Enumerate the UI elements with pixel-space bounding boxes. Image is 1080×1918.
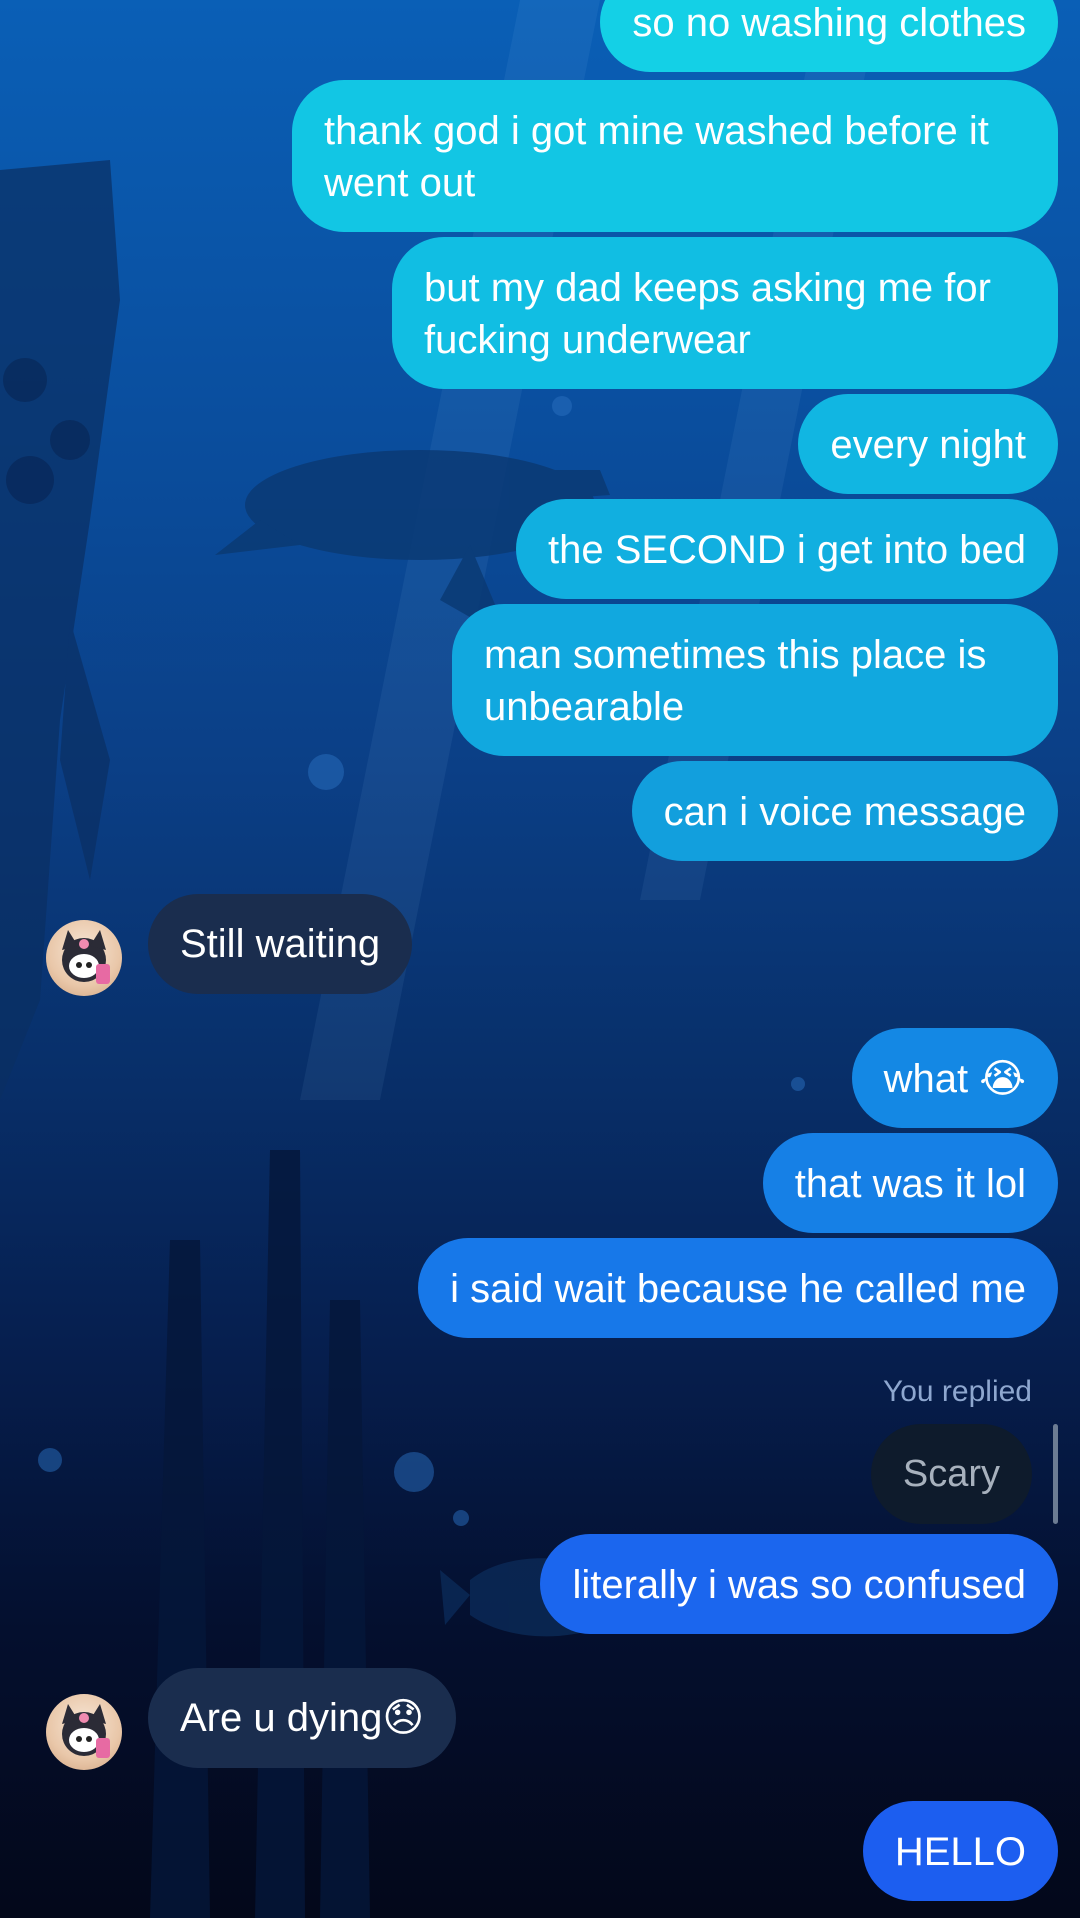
message-thread[interactable]: so no washing clothes thank god i got mi… bbox=[0, 0, 1080, 1918]
outgoing-message[interactable]: literally i was so confused bbox=[540, 1534, 1058, 1634]
message-text: but my dad keeps asking me for fucking u… bbox=[424, 266, 991, 362]
message-text: Still waiting bbox=[180, 922, 381, 966]
outgoing-message[interactable]: that was it lol bbox=[762, 1133, 1058, 1233]
outgoing-message[interactable]: so no washing clothes bbox=[600, 0, 1058, 72]
avatar-icon bbox=[62, 930, 110, 984]
reply-quote-bar bbox=[1053, 1424, 1058, 1524]
outgoing-message[interactable]: can i voice message bbox=[631, 761, 1058, 861]
message-text: HELLO bbox=[894, 1830, 1026, 1874]
outgoing-message[interactable]: i said wait because he called me bbox=[418, 1238, 1058, 1338]
outgoing-message[interactable]: but my dad keeps asking me for fucking u… bbox=[392, 237, 1058, 389]
message-text: every night bbox=[830, 423, 1026, 467]
incoming-message[interactable]: Are u dying😞 bbox=[148, 1668, 457, 1768]
contact-avatar[interactable] bbox=[46, 1694, 122, 1770]
message-text: that was it lol bbox=[794, 1162, 1026, 1206]
message-text: literally i was so confused bbox=[572, 1563, 1026, 1607]
contact-avatar[interactable] bbox=[46, 920, 122, 996]
outgoing-message[interactable]: the SECOND i get into bed bbox=[515, 499, 1058, 599]
outgoing-message[interactable]: HELLO bbox=[862, 1801, 1058, 1901]
incoming-message[interactable]: Still waiting bbox=[148, 894, 413, 994]
outgoing-message[interactable]: thank god i got mine washed before it we… bbox=[292, 80, 1058, 232]
message-text: Are u dying😞 bbox=[180, 1696, 425, 1740]
message-text: the SECOND i get into bed bbox=[547, 528, 1026, 572]
message-text: i said wait because he called me bbox=[450, 1267, 1026, 1311]
message-text: can i voice message bbox=[663, 790, 1026, 834]
message-text: thank god i got mine washed before it we… bbox=[324, 109, 989, 205]
quoted-reply-message[interactable]: Scary bbox=[870, 1424, 1032, 1524]
quoted-text: Scary bbox=[902, 1453, 1000, 1495]
avatar-icon bbox=[62, 1704, 110, 1758]
outgoing-message[interactable]: man sometimes this place is unbearable bbox=[452, 604, 1058, 756]
message-text: man sometimes this place is unbearable bbox=[484, 633, 987, 729]
outgoing-message[interactable]: every night bbox=[798, 394, 1058, 494]
reply-indicator-label: You replied bbox=[882, 1375, 1032, 1408]
message-text: so no washing clothes bbox=[632, 1, 1026, 45]
message-text: what 😭 bbox=[883, 1057, 1026, 1101]
outgoing-message[interactable]: what 😭 bbox=[851, 1028, 1058, 1128]
